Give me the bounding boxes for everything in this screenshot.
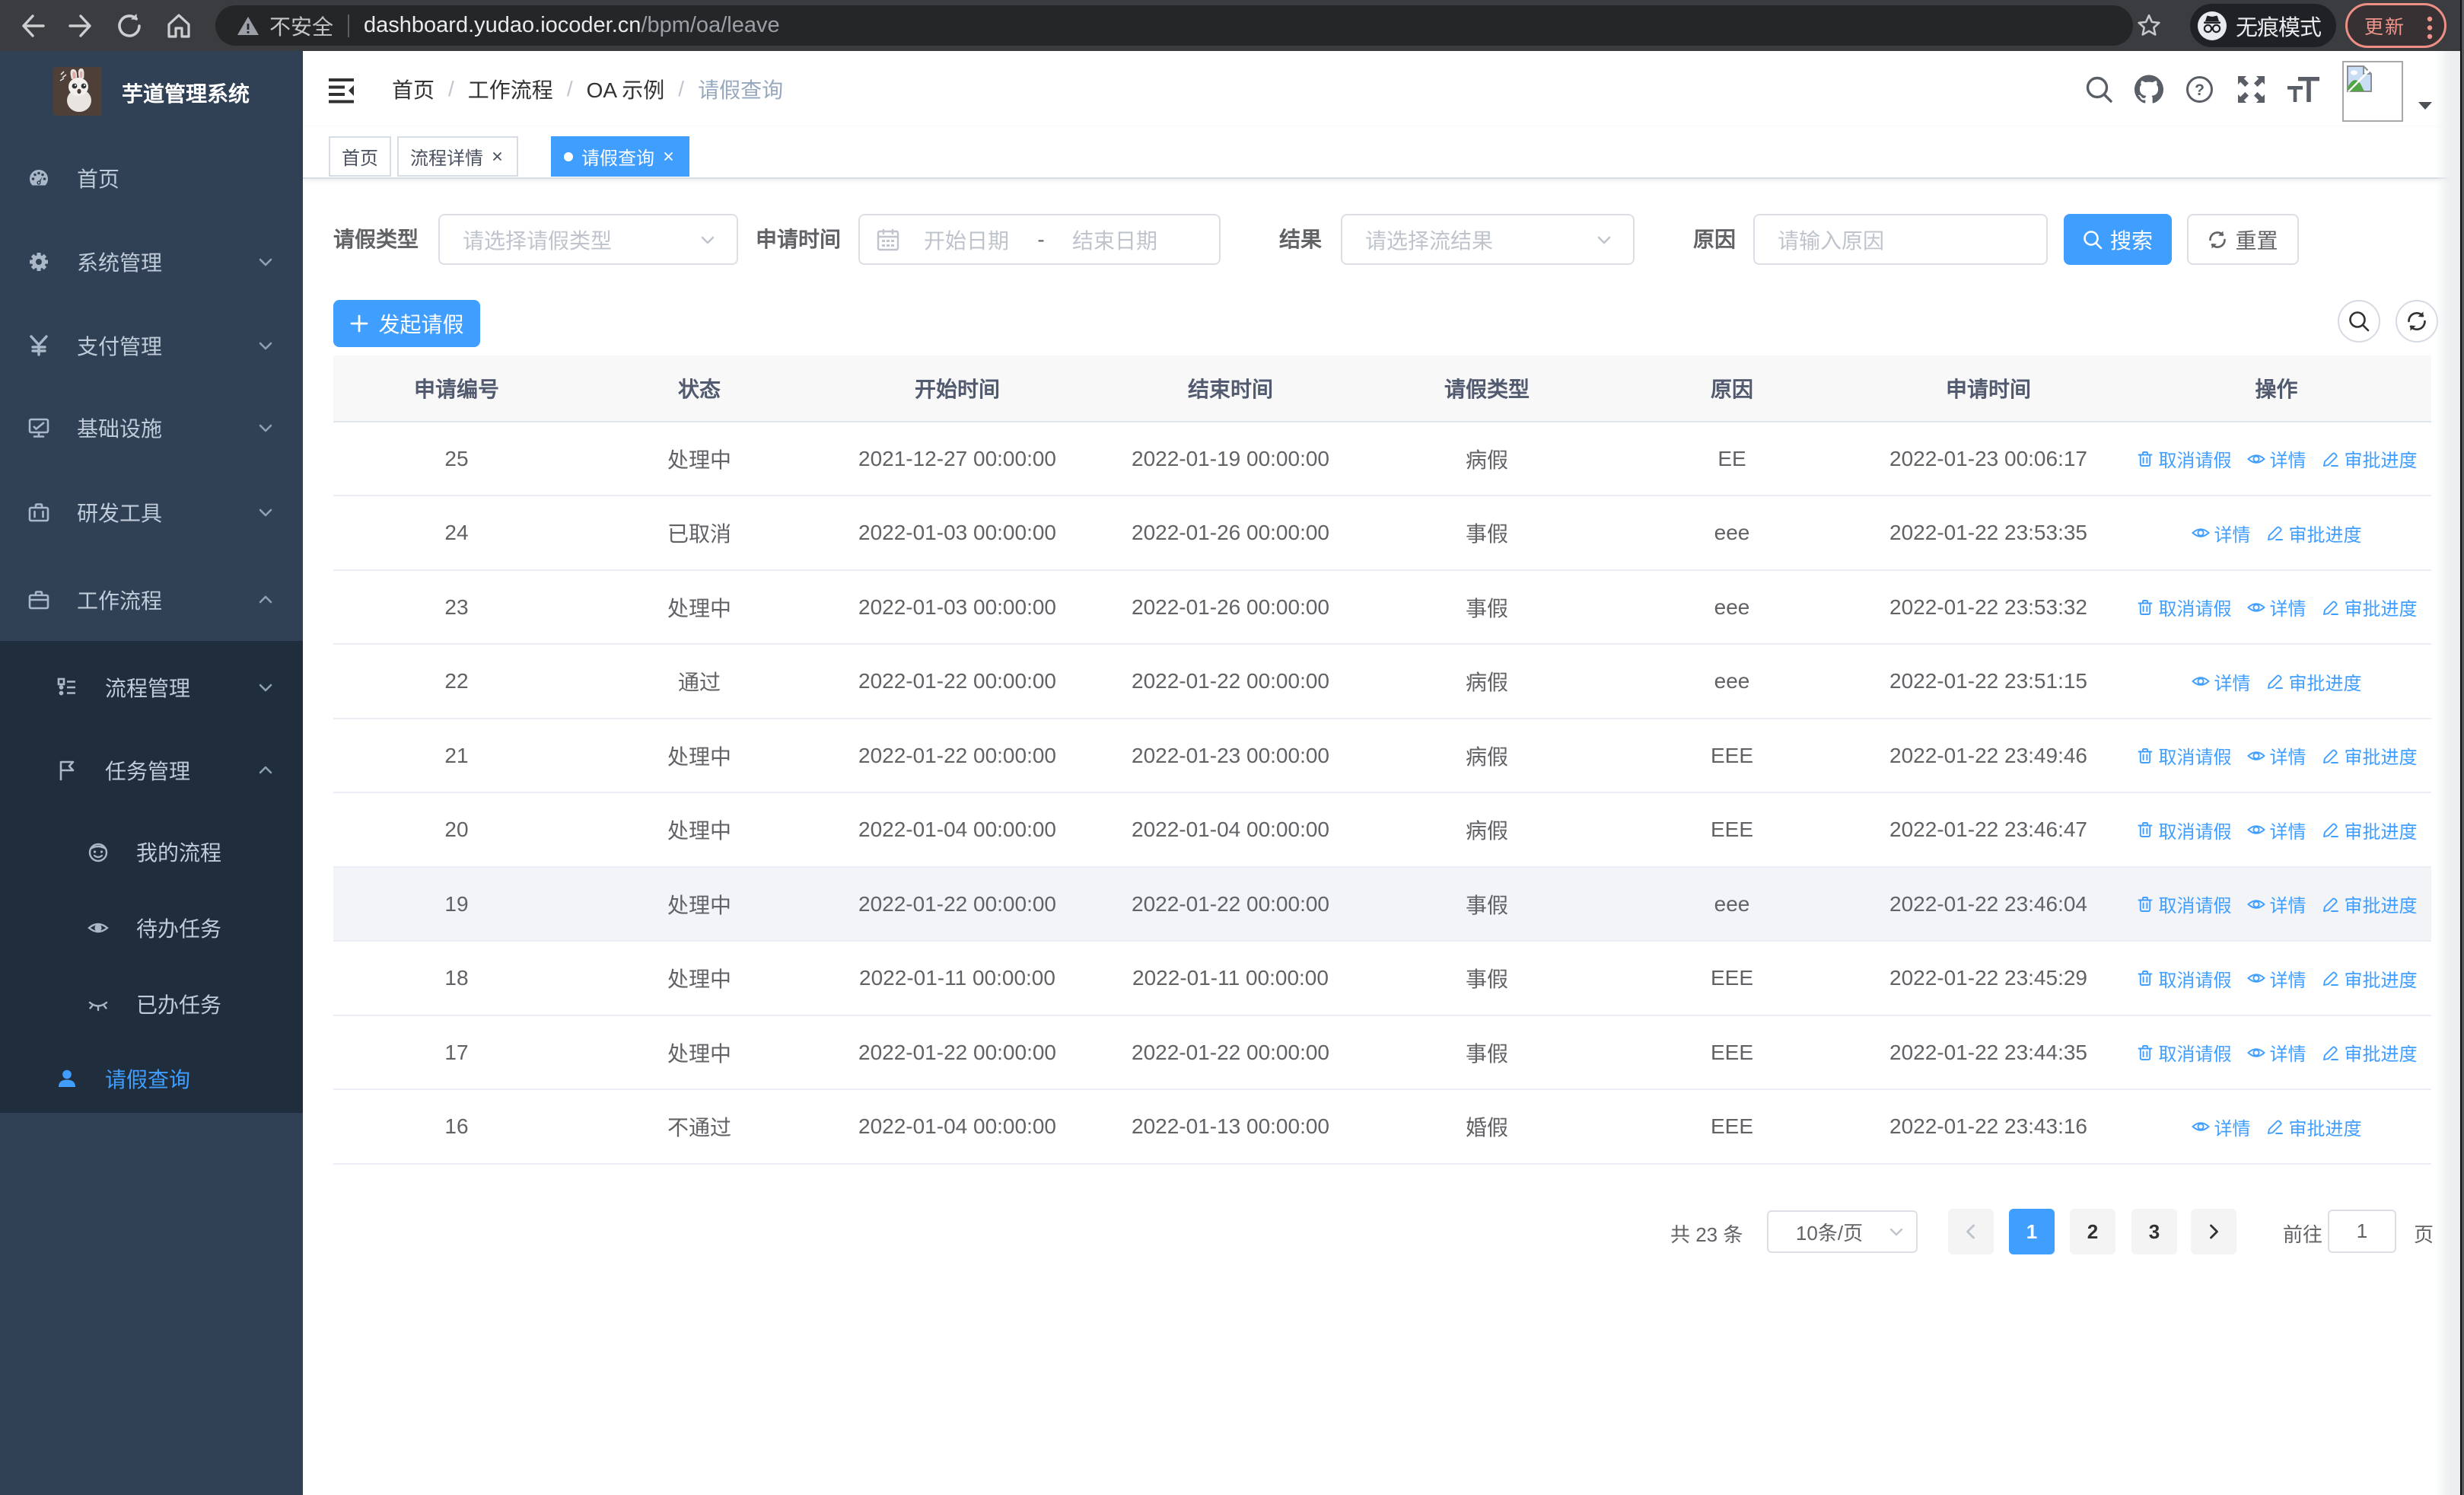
svg-text:?: ? bbox=[2195, 81, 2205, 99]
